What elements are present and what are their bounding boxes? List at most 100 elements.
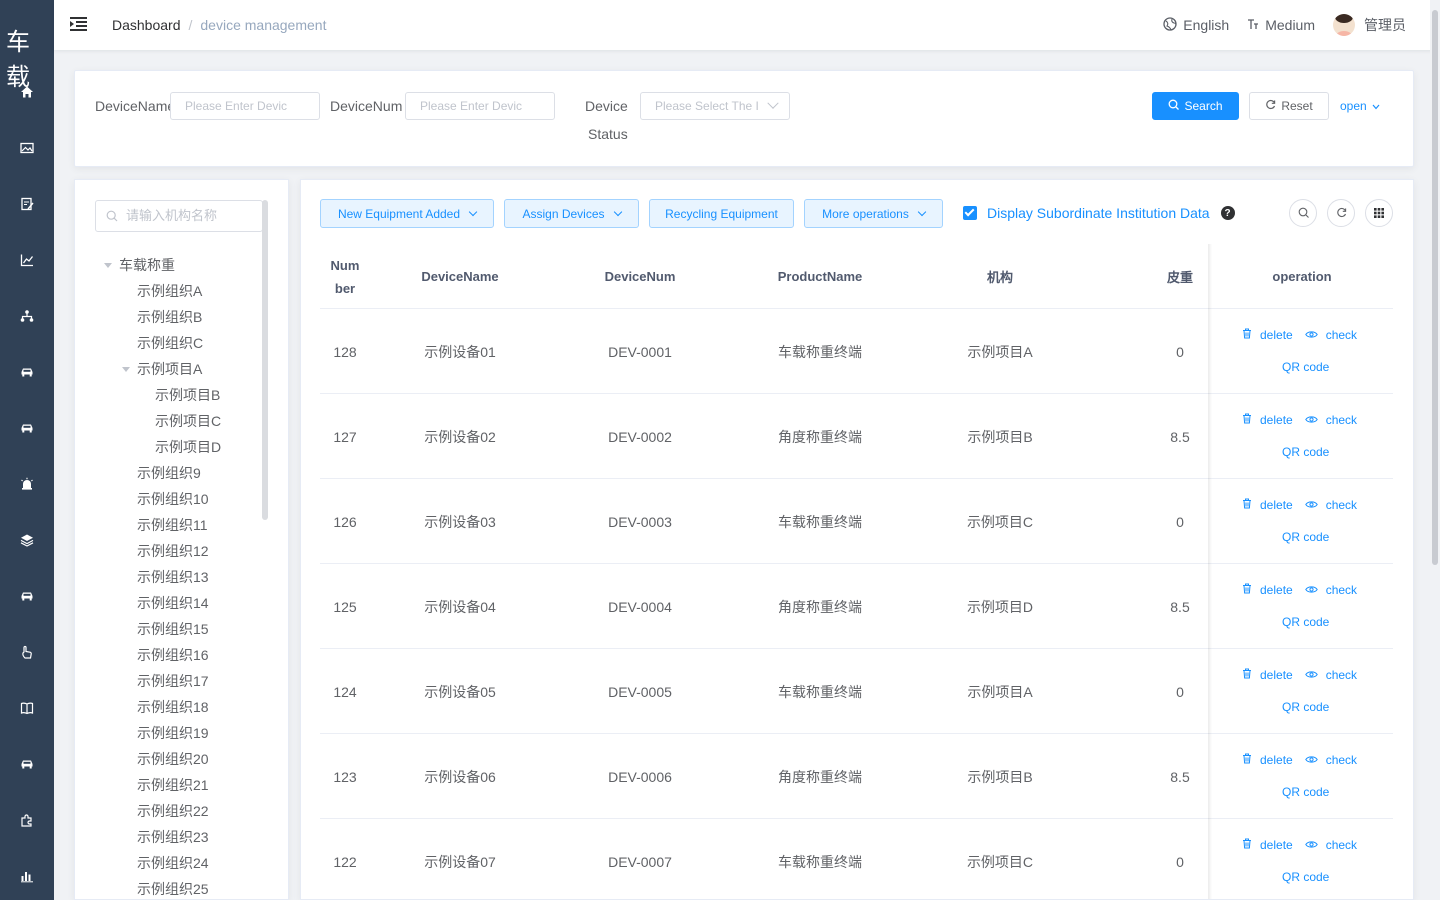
device-status-select[interactable]: Please Select The I: [640, 92, 790, 120]
assign-devices-dropdown[interactable]: Assign Devices: [504, 199, 639, 228]
cell-number: 124: [333, 683, 357, 700]
page-scrollbar-thumb[interactable]: [1432, 10, 1438, 565]
check-button[interactable]: check: [1304, 838, 1357, 852]
more-operations-label: More operations: [822, 206, 909, 221]
tree-node[interactable]: 示例项目B: [155, 382, 220, 408]
sidebar-item-image[interactable]: [0, 129, 54, 169]
tree-node[interactable]: 示例组织13: [137, 564, 209, 590]
delete-button[interactable]: delete: [1242, 498, 1293, 512]
sidebar-item-hand[interactable]: [0, 633, 54, 673]
tree-node[interactable]: 示例组织16: [137, 642, 209, 668]
search-button[interactable]: Search: [1152, 92, 1239, 120]
tree-node[interactable]: 车载称重: [119, 252, 175, 278]
delete-button[interactable]: delete: [1242, 838, 1293, 852]
caret-down-icon[interactable]: [104, 263, 112, 268]
sidebar-item-bar-chart[interactable]: [0, 857, 54, 897]
sidebar-item-plugin[interactable]: [0, 801, 54, 841]
sidebar-item-car[interactable]: [0, 577, 54, 617]
org-search-input[interactable]: 请输入机构名称: [95, 200, 263, 232]
tree-node[interactable]: 示例组织14: [137, 590, 209, 616]
sidebar-item-edit[interactable]: [0, 185, 54, 225]
delete-button[interactable]: delete: [1242, 668, 1293, 682]
tree-node[interactable]: 示例组织18: [137, 694, 209, 720]
refresh-button[interactable]: [1327, 199, 1355, 227]
breadcrumb-home[interactable]: Dashboard: [112, 17, 181, 33]
qr-code-button[interactable]: QR code: [1282, 700, 1329, 714]
tree-node[interactable]: 示例组织15: [137, 616, 209, 642]
sidebar-item-book[interactable]: [0, 689, 54, 729]
sidebar-item-car[interactable]: [0, 409, 54, 449]
subordinate-data-toggle[interactable]: Display Subordinate Institution Data ?: [963, 205, 1235, 221]
size-switch[interactable]: Medium: [1247, 17, 1315, 33]
cell-tare: 0: [1176, 343, 1184, 360]
page-scrollbar[interactable]: [1430, 0, 1440, 900]
tree-node[interactable]: 示例组织24: [137, 850, 209, 876]
tree-node[interactable]: 示例组织22: [137, 798, 209, 824]
cell-product-name: 车载称重终端: [778, 343, 862, 360]
subordinate-data-checkbox[interactable]: [963, 206, 977, 220]
check-button[interactable]: check: [1304, 498, 1357, 512]
qr-code-button[interactable]: QR code: [1282, 615, 1329, 629]
cell-tare: 0: [1176, 853, 1184, 870]
tree-node[interactable]: 示例组织11: [137, 512, 208, 538]
sidebar-item-chart[interactable]: [0, 241, 54, 281]
tree-node[interactable]: 示例项目D: [155, 434, 221, 460]
menu-toggle-icon[interactable]: [70, 16, 88, 32]
qr-code-button[interactable]: QR code: [1282, 360, 1329, 374]
table-row[interactable]: 123 示例设备06 DEV-0006 角度称重终端 示例项目B 8.5 delete che…: [320, 734, 1393, 819]
qr-code-button[interactable]: QR code: [1282, 530, 1329, 544]
help-icon[interactable]: ?: [1220, 206, 1235, 220]
caret-down-icon[interactable]: [122, 367, 130, 372]
check-button[interactable]: check: [1304, 753, 1357, 767]
sidebar-item-layers[interactable]: [0, 521, 54, 561]
toggle-search-icon-button[interactable]: [1289, 199, 1317, 227]
tree-node[interactable]: 示例项目C: [155, 408, 221, 434]
qr-code-button[interactable]: QR code: [1282, 870, 1329, 884]
table-row[interactable]: 126 示例设备03 DEV-0003 车载称重终端 示例项目C 0 delete check…: [320, 479, 1393, 564]
tree-node[interactable]: 示例组织12: [137, 538, 209, 564]
table-row[interactable]: 124 示例设备05 DEV-0005 车载称重终端 示例项目A 0 delete check…: [320, 649, 1393, 734]
delete-button[interactable]: delete: [1242, 583, 1293, 597]
tree-node[interactable]: 示例项目A: [137, 356, 202, 382]
recycling-equipment-button[interactable]: Recycling Equipment: [649, 199, 794, 228]
sidebar-item-car[interactable]: [0, 745, 54, 785]
tree-node[interactable]: 示例组织10: [137, 486, 209, 512]
sidebar-item-tree[interactable]: [0, 297, 54, 337]
delete-button[interactable]: delete: [1242, 413, 1293, 427]
check-button[interactable]: check: [1304, 583, 1357, 597]
sidebar-item-car[interactable]: [0, 353, 54, 393]
tree-node[interactable]: 示例组织23: [137, 824, 209, 850]
columns-button[interactable]: [1365, 199, 1393, 227]
tree-node[interactable]: 示例组织19: [137, 720, 209, 746]
table-row[interactable]: 125 示例设备04 DEV-0004 角度称重终端 示例项目D 8.5 delete che…: [320, 564, 1393, 649]
delete-button[interactable]: delete: [1242, 328, 1293, 342]
check-button[interactable]: check: [1304, 668, 1357, 682]
tree-scrollbar[interactable]: [262, 200, 268, 520]
new-equipment-dropdown[interactable]: New Equipment Added: [320, 199, 494, 228]
device-name-input[interactable]: Please Enter Devic: [170, 92, 320, 120]
check-button[interactable]: check: [1304, 328, 1357, 342]
tree-node[interactable]: 示例组织17: [137, 668, 209, 694]
table-row[interactable]: 127 示例设备02 DEV-0002 角度称重终端 示例项目B 8.5 delete che…: [320, 394, 1393, 479]
table-row[interactable]: 128 示例设备01 DEV-0001 车载称重终端 示例项目A 0 delete check…: [320, 309, 1393, 394]
table-row[interactable]: 122 示例设备07 DEV-0007 车载称重终端 示例项目C 0 delete check…: [320, 819, 1393, 899]
tree-node[interactable]: 示例组织25: [137, 876, 209, 899]
device-num-input[interactable]: Please Enter Devic: [405, 92, 555, 120]
tree-node[interactable]: 示例组织21: [137, 772, 209, 798]
toggle-search-button[interactable]: open: [1340, 99, 1380, 113]
user-menu[interactable]: 管理员: [1333, 14, 1406, 36]
tree-node[interactable]: 示例组织9: [137, 460, 201, 486]
sidebar-item-home[interactable]: [0, 73, 54, 113]
tree-node[interactable]: 示例组织20: [137, 746, 209, 772]
language-switch[interactable]: English: [1163, 16, 1229, 34]
tree-node[interactable]: 示例组织C: [137, 330, 203, 356]
more-operations-dropdown[interactable]: More operations: [804, 199, 943, 228]
delete-button[interactable]: delete: [1242, 753, 1293, 767]
reset-button[interactable]: Reset: [1249, 92, 1329, 120]
tree-node[interactable]: 示例组织B: [137, 304, 202, 330]
tree-node[interactable]: 示例组织A: [137, 278, 202, 304]
qr-code-button[interactable]: QR code: [1282, 445, 1329, 459]
qr-code-button[interactable]: QR code: [1282, 785, 1329, 799]
check-button[interactable]: check: [1304, 413, 1357, 427]
sidebar-item-alarm[interactable]: [0, 465, 54, 505]
